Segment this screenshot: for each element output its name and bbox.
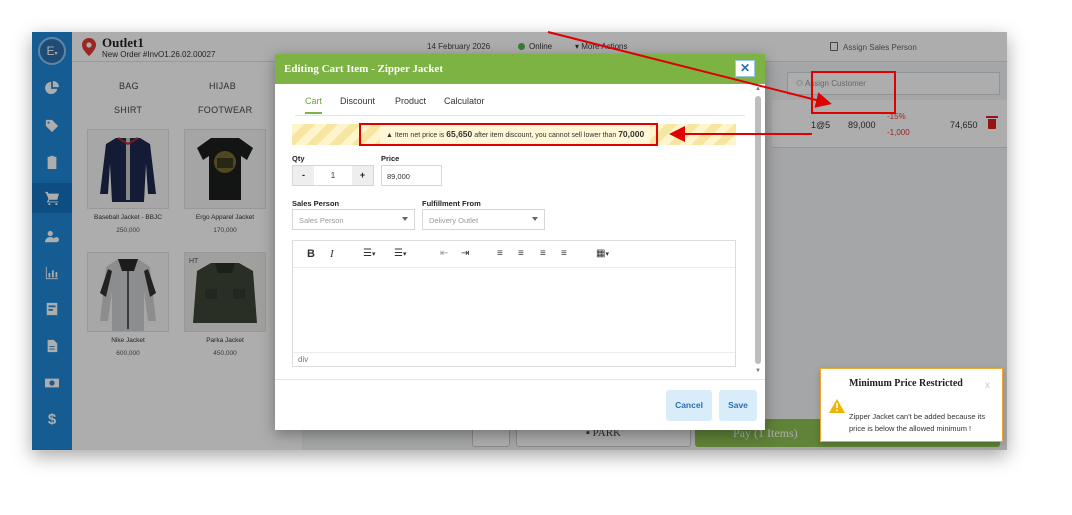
cancel-button[interactable]: Cancel [666, 390, 712, 421]
qty-plus-button[interactable]: + [352, 166, 373, 185]
save-button[interactable]: Save [719, 390, 757, 421]
align-left-icon[interactable]: ≡ [497, 248, 503, 259]
qty-label: Qty [292, 154, 305, 163]
fulfillment-select[interactable]: Delivery Outlet [422, 209, 545, 230]
toast-title: Minimum Price Restricted [849, 378, 963, 389]
align-right-icon[interactable]: ≡ [540, 248, 546, 259]
tab-product[interactable]: Product [395, 96, 426, 112]
italic-button[interactable]: I [330, 248, 334, 260]
dialog-header: Editing Cart Item - Zipper Jacket ✕ [275, 54, 765, 84]
sales-person-label: Sales Person [292, 199, 340, 208]
scroll-up-icon[interactable]: ▲ [755, 86, 761, 92]
tab-discount[interactable]: Discount [340, 96, 375, 112]
tab-calculator[interactable]: Calculator [444, 96, 485, 112]
numbered-list-icon[interactable]: ☰▾ [394, 248, 406, 259]
warning-icon [829, 399, 845, 413]
dialog-title: Editing Cart Item - Zipper Jacket [284, 63, 443, 75]
editor-content-area[interactable] [293, 268, 735, 352]
fulfillment-label: Fulfillment From [422, 199, 481, 208]
tab-cart[interactable]: Cart [305, 96, 323, 114]
chevron-down-icon [532, 217, 538, 221]
outdent-icon[interactable]: ⇤ [440, 248, 448, 259]
warning-highlight-box [359, 123, 658, 146]
edit-cart-item-dialog: Editing Cart Item - Zipper Jacket ✕ Cart… [275, 54, 765, 430]
align-center-icon[interactable]: ≡ [518, 248, 524, 259]
scroll-down-icon[interactable]: ▼ [755, 368, 761, 374]
notes-editor: B I ☰▾ ☰▾ ⇤ ⇥ ≡ ≡ ≡ ≡ ▦▾ div [292, 240, 736, 367]
price-highlight-box [811, 71, 896, 114]
min-price-toast: Minimum Price Restricted x Zipper Jacket… [820, 368, 1003, 442]
table-icon[interactable]: ▦▾ [596, 248, 609, 259]
dialog-footer: Cancel Save [275, 379, 765, 430]
editor-status-bar: div [293, 352, 735, 366]
editor-toolbar: B I ☰▾ ☰▾ ⇤ ⇥ ≡ ≡ ≡ ≡ ▦▾ [293, 241, 735, 268]
chevron-down-icon [402, 217, 408, 221]
align-justify-icon[interactable]: ≡ [561, 248, 567, 259]
price-label: Price [381, 154, 400, 163]
price-input[interactable]: 89,000 [381, 165, 442, 186]
quantity-stepper: - 1 + [292, 165, 374, 186]
dialog-scrollbar[interactable]: ▲ ▼ [754, 86, 763, 378]
dialog-tabs: Cart Discount Product Calculator [295, 96, 745, 116]
close-button[interactable]: ✕ [735, 60, 755, 77]
bullet-list-icon[interactable]: ☰▾ [363, 248, 375, 259]
scroll-thumb[interactable] [755, 96, 761, 364]
toast-close-button[interactable]: x [985, 380, 990, 391]
toast-message: Zipper Jacket can't be added because its… [849, 412, 986, 433]
indent-icon[interactable]: ⇥ [461, 248, 469, 259]
qty-input[interactable]: 1 [314, 166, 352, 185]
bold-button[interactable]: B [307, 248, 315, 260]
qty-minus-button[interactable]: - [293, 166, 314, 185]
sales-person-select[interactable]: Sales Person [292, 209, 415, 230]
